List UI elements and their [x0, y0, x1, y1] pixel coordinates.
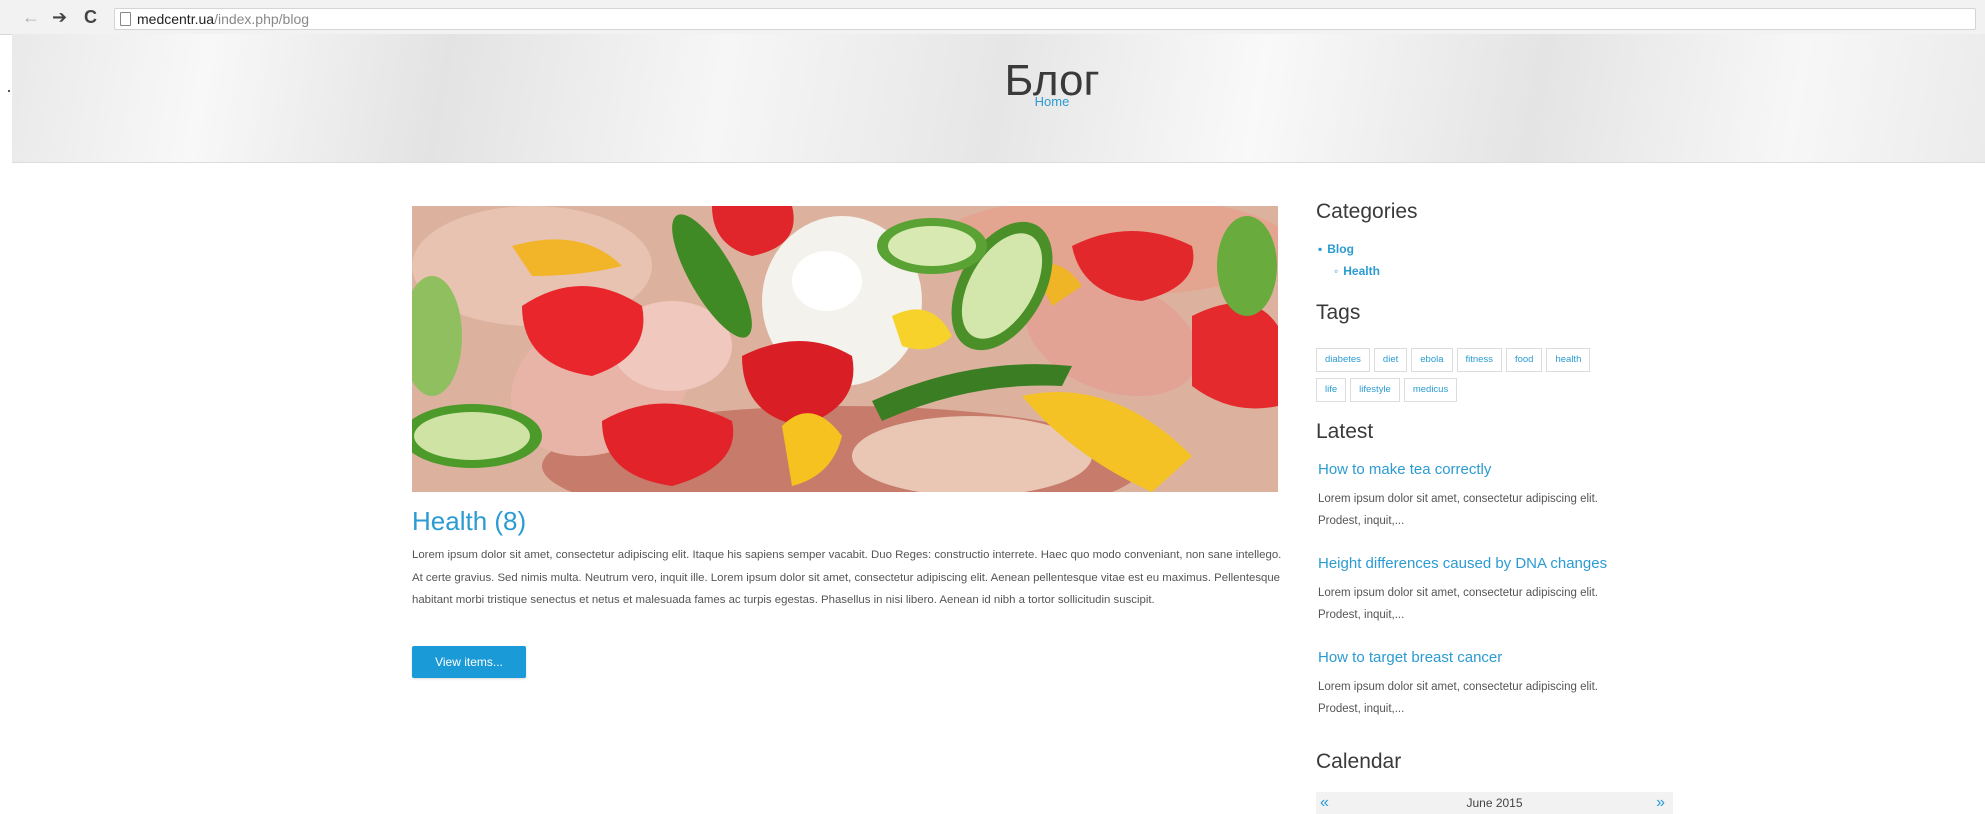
- post-hero-image: [412, 206, 1278, 492]
- latest-item: How to make tea correctly Lorem ipsum do…: [1318, 460, 1678, 532]
- tag-ebola[interactable]: ebola: [1411, 348, 1453, 372]
- calendar-next-icon[interactable]: »: [1656, 794, 1665, 812]
- calendar-month: June 2015: [1466, 796, 1523, 810]
- tag-medicus[interactable]: medicus: [1403, 378, 1458, 402]
- latest-item-excerpt: Lorem ipsum dolor sit amet, consectetur …: [1318, 493, 1598, 527]
- category-health[interactable]: ◦ Health: [1334, 264, 1380, 278]
- tag-life[interactable]: life: [1316, 378, 1347, 402]
- tag-lifestyle[interactable]: lifestyle: [1350, 378, 1400, 402]
- forward-arrow-icon[interactable]: ➔: [52, 6, 67, 28]
- tag-cloud: diabetes diet ebola fitness food health life li…: [1316, 348, 1676, 408]
- calendar-header: « June 2015 »: [1316, 792, 1673, 814]
- latest-heading: Latest: [1316, 420, 1374, 443]
- latest-item-title[interactable]: How to target breast cancer: [1318, 648, 1678, 668]
- url-path: /index.php/blog: [214, 11, 310, 27]
- browser-toolbar: ← ➔ C medcentr.ua/index.php/blog: [0, 0, 1985, 35]
- category-label: Blog: [1327, 242, 1354, 256]
- circle-bullet-icon: ◦: [1334, 264, 1339, 278]
- tags-heading: Tags: [1316, 301, 1361, 324]
- latest-item-title[interactable]: How to make tea correctly: [1318, 460, 1678, 480]
- calendar-heading: Calendar: [1316, 750, 1402, 773]
- tag-fitness[interactable]: fitness: [1456, 348, 1502, 372]
- page-header-banner: Блог Home: [12, 34, 1985, 163]
- tag-food[interactable]: food: [1505, 348, 1543, 372]
- post-title-link[interactable]: Health (8): [412, 505, 526, 537]
- latest-item-title[interactable]: Height differences caused by DNA changes: [1318, 554, 1678, 574]
- category-blog[interactable]: ▪ Blog: [1318, 242, 1354, 256]
- latest-item-excerpt: Lorem ipsum dolor sit amet, consectetur …: [1318, 587, 1598, 621]
- latest-item-excerpt: Lorem ipsum dolor sit amet, consectetur …: [1318, 681, 1598, 715]
- latest-item: How to target breast cancer Lorem ipsum …: [1318, 648, 1678, 720]
- latest-item: Height differences caused by DNA changes…: [1318, 554, 1678, 626]
- breadcrumb-home[interactable]: Home: [972, 94, 1132, 109]
- address-bar[interactable]: medcentr.ua/index.php/blog: [114, 8, 1976, 30]
- square-bullet-icon: ▪: [1318, 242, 1323, 256]
- back-arrow-icon[interactable]: ←: [22, 6, 40, 28]
- tag-diabetes[interactable]: diabetes: [1316, 348, 1370, 372]
- reload-icon[interactable]: C: [84, 6, 97, 28]
- page-icon: [120, 12, 131, 26]
- tag-diet[interactable]: diet: [1373, 348, 1408, 372]
- post-excerpt: Lorem ipsum dolor sit amet, consectetur …: [412, 549, 1282, 606]
- view-items-button[interactable]: View items...: [412, 646, 526, 678]
- salad-illustration: [412, 206, 1278, 492]
- category-label: Health: [1343, 264, 1380, 278]
- stray-dot: [8, 90, 10, 92]
- categories-heading: Categories: [1316, 200, 1418, 223]
- tag-health[interactable]: health: [1546, 348, 1591, 372]
- url-host: medcentr.ua: [137, 11, 215, 27]
